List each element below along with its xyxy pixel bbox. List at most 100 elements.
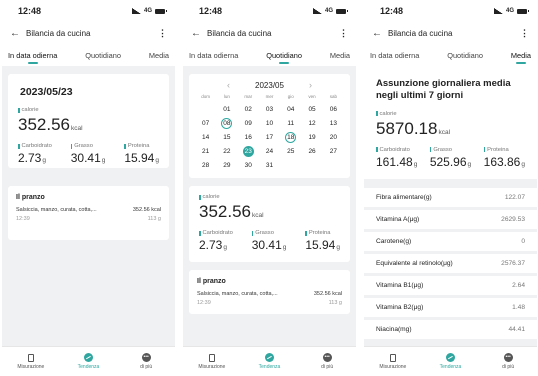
calendar-day[interactable]: 02 [238, 104, 259, 116]
more-vert-icon[interactable]: ⋮ [520, 28, 529, 39]
signal-icon [493, 8, 503, 14]
tab-average[interactable]: Media [149, 44, 169, 66]
calendar-day[interactable]: 12 [301, 118, 322, 130]
more-icon: ••• [322, 353, 332, 362]
tab-daily[interactable]: Quotidiano [85, 44, 121, 66]
tab-daily[interactable]: Quotidiano [266, 44, 302, 66]
meal-card[interactable]: Il pranzo Salsiccia, manzo, curata, cott… [8, 186, 169, 240]
more-vert-icon[interactable]: ⋮ [158, 28, 167, 39]
nav-more[interactable]: ••• di più [302, 353, 352, 370]
calendar-day[interactable]: 11 [280, 118, 301, 130]
calendar-day[interactable]: 30 [238, 160, 259, 172]
signal-icon [131, 8, 141, 14]
calendar-day[interactable]: 03 [259, 104, 280, 116]
network-label: 4G [143, 8, 152, 14]
calendar-day[interactable]: 13 [323, 118, 344, 130]
calorie-label: calorie [199, 194, 340, 200]
bottom-nav: Misurazione Tendenza ••• di più [364, 346, 537, 376]
tab-daily[interactable]: Quotidiano [447, 44, 483, 66]
nutrient-row: Niacina(mg) 44.41 [364, 316, 537, 339]
calendar-day[interactable]: 09 [238, 118, 259, 130]
calendar-day[interactable]: 27 [323, 146, 344, 158]
calendar-dow: ven [308, 94, 316, 99]
tab-today[interactable]: In data odierna [370, 44, 419, 66]
calendar-day[interactable]: 26 [301, 146, 322, 158]
nav-measure[interactable]: Misurazione [187, 353, 237, 370]
tab-today[interactable]: In data odierna [189, 44, 238, 66]
calendar-day[interactable]: 15 [216, 132, 237, 144]
calendar-day[interactable]: 05 [301, 104, 322, 116]
status-time: 12:48 [380, 6, 404, 16]
calendar-day[interactable]: 25 [280, 146, 301, 158]
calendar-dow: sab [329, 94, 337, 99]
status-icons: 4G [312, 8, 348, 14]
status-bar: 12:48 4G [2, 0, 175, 22]
calendar-day[interactable]: 22 [216, 146, 237, 158]
nutrient-row: Vitamina B2(μg) 1.48 [364, 294, 537, 317]
macros-row: Carboidrato 2.73g Grasso 30.41g Proteina 15… [18, 143, 159, 165]
meal-card[interactable]: Il pranzo Salsiccia, manzo, curata, cott… [189, 270, 350, 314]
battery-icon [517, 8, 529, 14]
prev-month-icon[interactable]: ‹ [227, 80, 230, 90]
back-arrow-icon[interactable]: ← [191, 28, 203, 39]
nav-trend[interactable]: Tendenza [244, 353, 294, 370]
back-arrow-icon[interactable]: ← [10, 28, 22, 39]
status-icons: 4G [131, 8, 167, 14]
calendar-day[interactable]: 23 [238, 146, 259, 158]
calendar-day[interactable]: 18 [280, 132, 301, 144]
nav-measure[interactable]: Misurazione [6, 353, 56, 370]
screen-daily: 12:48 4G ← Bilancia da cucina ⋮ In data … [183, 0, 356, 376]
tab-average[interactable]: Media [511, 44, 531, 66]
status-bar: 12:48 4G [364, 0, 537, 22]
back-arrow-icon[interactable]: ← [372, 28, 384, 39]
calendar-day[interactable]: 04 [280, 104, 301, 116]
nav-more[interactable]: ••• di più [121, 353, 171, 370]
trend-icon [83, 353, 93, 362]
nutrient-row: Fibra alimentare(g) 122.07 [364, 184, 537, 207]
more-icon: ••• [141, 353, 151, 362]
calendar-day[interactable]: 24 [259, 146, 280, 158]
average-title: Assunzione giornaliera media negli ultim… [376, 78, 511, 102]
calendar-month: 2023/05 [255, 80, 284, 90]
macro-protein: Proteina 15.94g [305, 230, 340, 252]
calendar-day[interactable]: 28 [195, 160, 216, 172]
calendar-day[interactable]: 20 [323, 132, 344, 144]
calendar-day[interactable]: 29 [216, 160, 237, 172]
bottom-nav: Misurazione Tendenza ••• di più [183, 346, 356, 376]
calendar-day[interactable]: 10 [259, 118, 280, 130]
next-month-icon[interactable]: › [309, 80, 312, 90]
calendar-day[interactable]: 21 [195, 146, 216, 158]
nutrient-value: 2576.37 [501, 259, 525, 267]
calendar-day[interactable]: 16 [238, 132, 259, 144]
page-title: Bilancia da cucina [388, 28, 453, 38]
nutrient-label: Vitamina A(μg) [376, 215, 420, 223]
calendar-day[interactable]: 01 [216, 104, 237, 116]
status-bar: 12:48 4G [183, 0, 356, 22]
calendar-day[interactable]: 14 [195, 132, 216, 144]
calendar-day[interactable]: 19 [301, 132, 322, 144]
more-vert-icon[interactable]: ⋮ [339, 28, 348, 39]
meal-title: Il pranzo [197, 278, 226, 285]
nav-trend[interactable]: Tendenza [425, 353, 475, 370]
nav-trend[interactable]: Tendenza [63, 353, 113, 370]
nav-more[interactable]: ••• di più [483, 353, 533, 370]
calendar-day[interactable]: 08 [216, 118, 237, 130]
nav-measure[interactable]: Misurazione [368, 353, 418, 370]
app-bar: ← Bilancia da cucina ⋮ [364, 22, 537, 44]
network-label: 4G [324, 8, 333, 14]
meal-title: Il pranzo [16, 194, 45, 201]
calendar-day[interactable]: 07 [195, 118, 216, 130]
tab-average[interactable]: Media [330, 44, 350, 66]
tab-today[interactable]: In data odierna [8, 44, 57, 66]
screen-average: 12:48 4G ← Bilancia da cucina ⋮ In data … [364, 0, 537, 376]
calendar-empty [323, 160, 344, 172]
nutrient-value: 2629.53 [501, 215, 525, 223]
calendar-day[interactable]: 31 [259, 160, 280, 172]
macros-row: Carboidrato 161.48g Grasso 525.96g Protein… [376, 147, 525, 169]
calendar-day[interactable]: 17 [259, 132, 280, 144]
trend-icon [445, 353, 455, 362]
meal-line: Salsiccia, manzo, curata, cotta,... 352.5… [16, 207, 161, 213]
calendar-empty [280, 160, 301, 172]
trend-icon [264, 353, 274, 362]
calendar-day[interactable]: 06 [323, 104, 344, 116]
